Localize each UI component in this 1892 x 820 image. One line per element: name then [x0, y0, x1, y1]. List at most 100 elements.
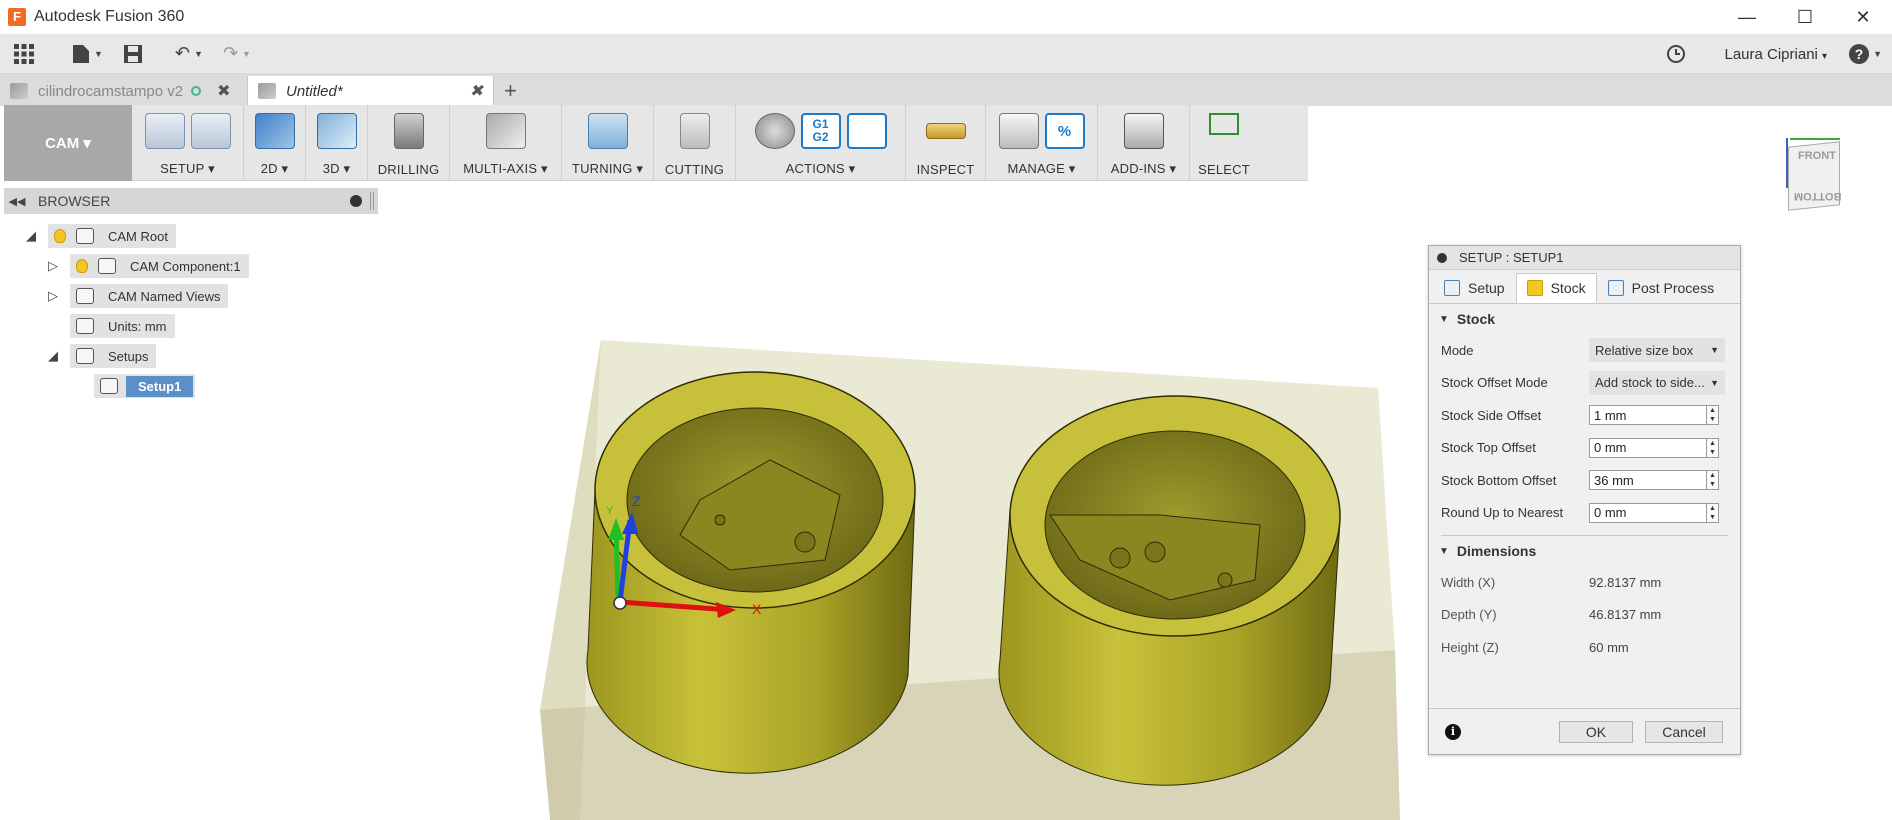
drill-icon[interactable]: [393, 113, 424, 149]
ok-button[interactable]: OK: [1559, 721, 1633, 743]
turning-icon[interactable]: [587, 113, 628, 149]
3d-milling-icon[interactable]: [316, 113, 357, 149]
3d-viewport[interactable]: X Z Y: [480, 320, 1420, 820]
side-offset-row: Stock Side Offset ▲▼: [1429, 399, 1740, 432]
tab-post-process[interactable]: Post Process: [1597, 273, 1725, 303]
data-panel-grid-icon[interactable]: [0, 34, 44, 74]
setup-sheet-icon[interactable]: [190, 113, 231, 149]
setups-folder-icon: [76, 348, 94, 364]
round-up-spinner[interactable]: ▲ ▼: [1707, 502, 1719, 523]
ribbon-group-3d[interactable]: 3D ▾: [306, 105, 368, 181]
ribbon-group-add-ins[interactable]: ADD-INS ▾: [1098, 105, 1190, 181]
collapsed-triangle-icon[interactable]: ▷: [46, 289, 60, 303]
info-icon[interactable]: i: [1445, 723, 1461, 740]
offset-mode-select[interactable]: Add stock to side... ▼: [1589, 370, 1725, 395]
viewcube[interactable]: FRONT BOTTOM: [1778, 134, 1848, 222]
user-account-menu[interactable]: Laura Cipriani ▾: [1724, 46, 1827, 63]
collapsed-triangle-icon[interactable]: ▷: [46, 259, 60, 273]
tab-setup[interactable]: Setup: [1433, 273, 1516, 303]
side-offset-input[interactable]: [1589, 405, 1707, 426]
dialog-collapse-icon[interactable]: [1437, 252, 1447, 263]
save-icon[interactable]: [113, 34, 153, 74]
multi-axis-icon[interactable]: [485, 113, 526, 149]
tree-node-cam-component[interactable]: ▷ CAM Component:1: [46, 253, 249, 279]
job-status-clock-icon[interactable]: [1656, 34, 1696, 74]
wcs-origin-point[interactable]: [613, 596, 627, 610]
new-tab-button[interactable]: +: [494, 76, 527, 106]
simulate-icon[interactable]: [754, 113, 795, 149]
stock-tab-icon: [1526, 280, 1543, 296]
ribbon-group-actions[interactable]: G1 G2 ACTIONS ▾: [736, 105, 906, 181]
setup-icon[interactable]: [144, 113, 185, 149]
bottom-offset-spinner[interactable]: ▲ ▼: [1707, 470, 1719, 491]
setup-tab-icon: [1444, 280, 1460, 296]
tab-untitled[interactable]: Untitled* ✖: [248, 76, 494, 106]
tree-node-units[interactable]: Units: mm: [70, 313, 175, 339]
viewcube-front-label[interactable]: FRONT: [1798, 150, 1836, 162]
undo-icon[interactable]: ↶ ▼: [165, 34, 213, 74]
ribbon-group-multi-axis[interactable]: MULTI-AXIS ▾: [450, 105, 562, 181]
depth-row: Depth (Y) 46.8137 mm: [1441, 607, 1662, 623]
fusion-logo-icon: F: [8, 8, 26, 26]
depth-value: 46.8137 mm: [1589, 607, 1662, 623]
post-library-icon[interactable]: %: [1044, 113, 1085, 149]
ribbon-group-select[interactable]: SELECT: [1190, 105, 1258, 181]
viewcube-x-axis: [1790, 138, 1840, 140]
stock-section-header[interactable]: ▼ Stock: [1429, 304, 1740, 334]
scripts-add-ins-icon[interactable]: [1123, 113, 1164, 149]
ribbon-group-cutting[interactable]: CUTTING: [654, 105, 736, 181]
browser-minimize-icon[interactable]: [350, 195, 362, 207]
z-axis-label: Z: [632, 493, 641, 509]
dimensions-section-header[interactable]: ▼ Dimensions: [1429, 536, 1740, 566]
dialog-header[interactable]: SETUP : SETUP1: [1429, 246, 1740, 270]
visibility-bulb-icon[interactable]: [76, 259, 88, 273]
tab-cilindrocamstampo[interactable]: cilindrocamstampo v2 ✖: [0, 76, 248, 106]
browser-resize-grip[interactable]: [370, 192, 374, 210]
width-row: Width (X) 92.8137 mm: [1441, 574, 1662, 590]
cancel-button[interactable]: Cancel: [1645, 721, 1723, 743]
ribbon-group-turning[interactable]: TURNING ▾: [562, 105, 654, 181]
post-process-g1g2-icon[interactable]: G1 G2: [800, 113, 841, 149]
top-offset-spinner[interactable]: ▲ ▼: [1707, 437, 1719, 458]
select-cursor-icon[interactable]: [1209, 113, 1239, 135]
dialog-footer: i OK Cancel: [1429, 708, 1740, 754]
dialog-title: SETUP : SETUP1: [1459, 250, 1564, 265]
cutting-icon[interactable]: [679, 113, 710, 149]
maximize-button[interactable]: ☐: [1776, 0, 1834, 34]
tab-stock[interactable]: Stock: [1515, 273, 1597, 303]
design-file-icon: [10, 83, 28, 99]
side-offset-spinner[interactable]: ▲ ▼: [1707, 405, 1719, 426]
tool-library-icon[interactable]: [998, 113, 1039, 149]
setup-dialog: SETUP : SETUP1 Setup Stock Post Process …: [1428, 245, 1741, 755]
mode-select[interactable]: Relative size box ▼: [1589, 338, 1725, 363]
redo-icon[interactable]: ↷ ▼: [213, 34, 261, 74]
close-tab-icon[interactable]: ✖: [470, 81, 483, 101]
top-offset-input[interactable]: [1589, 437, 1707, 458]
ribbon-group-drilling[interactable]: DRILLING: [368, 105, 450, 181]
tree-node-named-views[interactable]: ▷ CAM Named Views: [46, 283, 229, 309]
expanded-triangle-icon[interactable]: ◢: [24, 229, 38, 243]
ribbon-group-setup[interactable]: SETUP ▾: [132, 105, 244, 181]
visibility-bulb-icon[interactable]: [54, 229, 66, 243]
collapse-browser-icon[interactable]: ◀◀: [4, 195, 30, 208]
setup-sheet-document-icon[interactable]: [846, 113, 887, 149]
viewcube-bottom-label[interactable]: BOTTOM: [1794, 190, 1841, 202]
file-menu-icon[interactable]: ▼: [62, 34, 113, 74]
ribbon-group-manage[interactable]: % MANAGE ▾: [986, 105, 1098, 181]
tree-node-setup1[interactable]: Setup1: [94, 373, 196, 399]
ribbon-group-2d[interactable]: 2D ▾: [244, 105, 306, 181]
help-icon[interactable]: ? ▼: [1839, 34, 1892, 74]
tree-node-cam-root[interactable]: ◢ CAM Root: [24, 223, 176, 249]
measure-ruler-icon[interactable]: [925, 123, 966, 139]
2d-milling-icon[interactable]: [254, 113, 295, 149]
bottom-offset-input[interactable]: [1589, 470, 1707, 491]
ribbon-group-inspect[interactable]: INSPECT: [906, 105, 986, 181]
minimize-button[interactable]: —: [1718, 0, 1776, 34]
quick-access-toolbar: ▼ ↶ ▼ ↷ ▼ Laura Cipriani ▾ ? ▼: [0, 34, 1892, 74]
close-window-button[interactable]: ✕: [1834, 0, 1892, 34]
expanded-triangle-icon[interactable]: ◢: [46, 349, 60, 363]
tree-node-setups[interactable]: ◢ Setups: [46, 343, 157, 369]
close-tab-icon[interactable]: ✖: [217, 81, 230, 101]
round-up-input[interactable]: [1589, 502, 1707, 523]
workspace-switcher[interactable]: CAM ▾: [4, 105, 132, 181]
